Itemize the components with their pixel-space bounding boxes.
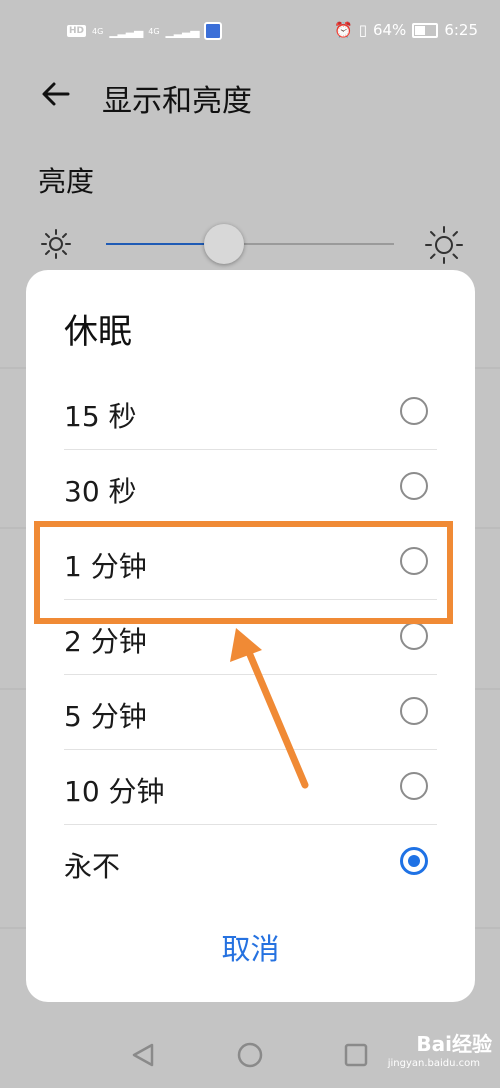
status-bar: HD 4G ▁▂▃▄ 4G ▁▂▃▄ ⏰ ▯ 64% 6:25 — [0, 0, 500, 62]
option-30-seconds[interactable]: 30 秒 — [26, 450, 475, 525]
signal-bars-1-icon: ▁▂▃▄ — [109, 24, 143, 38]
status-right: ⏰ ▯ 64% 6:25 — [334, 21, 478, 39]
baidu-watermark-url: jingyan.baidu.com — [387, 1058, 480, 1069]
radio-button[interactable] — [400, 772, 428, 800]
option-label: 1 分钟 — [64, 550, 147, 583]
dialog-title: 休眠 — [64, 312, 132, 352]
brightness-section-title: 亮度 — [38, 165, 95, 198]
high-brightness-icon — [425, 226, 463, 264]
radio-button[interactable] — [400, 697, 428, 725]
clock: 6:25 — [444, 21, 478, 39]
app-header: 显示和亮度 — [0, 62, 500, 132]
battery-icon — [412, 22, 439, 38]
battery-fill — [415, 25, 426, 35]
option-10-minutes[interactable]: 10 分钟 — [26, 750, 475, 825]
option-5-minutes[interactable]: 5 分钟 — [26, 675, 475, 750]
option-label: 5 分钟 — [64, 700, 147, 733]
option-label: 永不 — [64, 850, 121, 883]
radio-button[interactable] — [400, 547, 428, 575]
radio-button[interactable] — [400, 397, 428, 425]
option-label: 2 分钟 — [64, 625, 147, 658]
brightness-slider-thumb[interactable] — [204, 224, 244, 264]
page-title: 显示和亮度 — [102, 84, 252, 119]
option-15-seconds[interactable]: 15 秒 — [26, 375, 475, 450]
option-1-minute[interactable]: 1 分钟 — [26, 525, 475, 600]
nav-home-icon — [237, 1042, 263, 1068]
option-never[interactable]: 永不 — [26, 825, 475, 900]
low-brightness-icon — [41, 229, 71, 259]
status-left: HD 4G ▁▂▃▄ 4G ▁▂▃▄ — [67, 22, 223, 40]
alarm-icon: ⏰ — [334, 21, 353, 39]
signal-1-label: 4G — [92, 26, 104, 36]
radio-button[interactable] — [400, 622, 428, 650]
sleep-dialog: 休眠 15 秒 30 秒 1 分钟 2 分钟 5 分钟 10 分钟 永不 取消 — [26, 270, 475, 1002]
radio-button[interactable] — [400, 472, 428, 500]
brightness-slider[interactable] — [106, 224, 394, 264]
vibrate-icon: ▯ — [358, 21, 367, 39]
nav-back-icon — [132, 1043, 154, 1067]
option-label: 15 秒 — [64, 400, 137, 433]
brightness-row — [0, 220, 500, 270]
option-label: 30 秒 — [64, 475, 137, 508]
nav-recents-icon — [344, 1043, 368, 1067]
signal-2-label: 4G — [148, 26, 160, 36]
radio-button-selected[interactable] — [400, 847, 428, 875]
back-arrow-icon[interactable] — [40, 78, 72, 110]
option-2-minutes[interactable]: 2 分钟 — [26, 600, 475, 675]
option-label: 10 分钟 — [64, 775, 165, 808]
baidu-watermark: Bai经验 — [416, 1032, 492, 1056]
hd-badge: HD — [67, 25, 87, 37]
battery-percent: 64% — [372, 21, 407, 39]
cancel-button[interactable]: 取消 — [26, 926, 475, 968]
app-notification-icon — [204, 22, 223, 40]
signal-bars-2-icon: ▁▂▃▄ — [165, 24, 200, 38]
